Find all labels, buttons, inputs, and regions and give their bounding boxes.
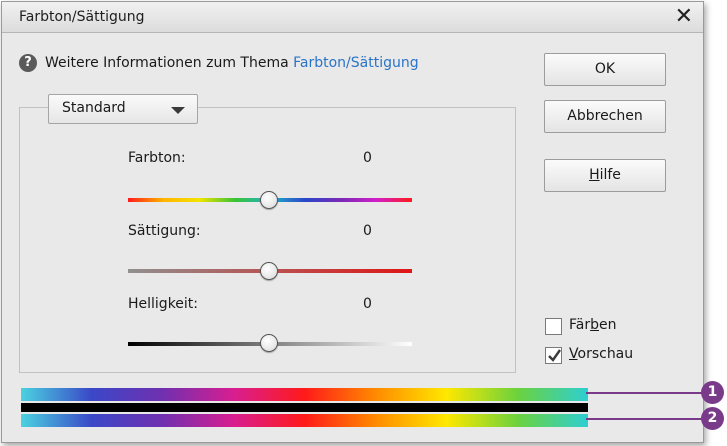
- colorize-checkbox-box[interactable]: [545, 318, 562, 335]
- colorize-post: en: [599, 317, 617, 333]
- preview-checkbox-box[interactable]: [545, 347, 562, 364]
- title-bar[interactable]: Farbton/Sättigung ✕: [2, 2, 703, 33]
- lightness-slider-thumb[interactable]: [260, 334, 278, 352]
- colorize-label: Färben: [569, 317, 617, 333]
- colorize-mnemonic: b: [590, 317, 599, 333]
- help-text: Weitere Informationen zum Thema Farbton/…: [45, 54, 419, 72]
- saturation-value[interactable]: 0: [363, 223, 372, 239]
- saturation-label: Sättigung:: [128, 223, 201, 239]
- input-color-bar: [21, 388, 588, 401]
- callout-2: 2: [701, 407, 724, 430]
- preset-dropdown[interactable]: Standard: [48, 94, 198, 124]
- question-icon: ?: [19, 54, 37, 72]
- help-button[interactable]: Hilfe: [544, 159, 666, 192]
- output-color-bar: [21, 414, 588, 427]
- callout-1: 1: [701, 381, 724, 404]
- saturation-slider-thumb[interactable]: [260, 262, 278, 280]
- preview-mnemonic: V: [569, 346, 578, 362]
- window-title: Farbton/Sättigung: [19, 9, 145, 25]
- cancel-button[interactable]: Abbrechen: [544, 100, 666, 133]
- help-button-mnemonic: H: [589, 167, 600, 183]
- callout-line-2: [586, 418, 704, 420]
- help-prefix: Weitere Informationen zum Thema: [45, 55, 294, 71]
- preset-selected: Standard: [62, 100, 126, 116]
- checkmark-icon: [548, 349, 561, 362]
- help-button-post: ilfe: [599, 167, 621, 183]
- preview-label: Vorschau: [569, 346, 633, 362]
- lightness-value[interactable]: 0: [363, 296, 372, 312]
- hue-saturation-dialog: Farbton/Sättigung ✕ ? Weitere Informatio…: [1, 1, 704, 443]
- color-bar-divider: [21, 403, 588, 412]
- hue-label: Farbton:: [128, 150, 186, 166]
- callout-line-1: [586, 392, 704, 394]
- close-icon[interactable]: ✕: [675, 4, 693, 30]
- hue-slider-thumb[interactable]: [260, 191, 278, 209]
- preview-post: orschau: [577, 346, 634, 362]
- help-link[interactable]: Farbton/Sättigung: [293, 55, 419, 71]
- hue-value[interactable]: 0: [363, 150, 372, 166]
- lightness-label: Helligkeit:: [128, 296, 199, 312]
- colorize-pre: Fär: [569, 317, 591, 333]
- ok-button[interactable]: OK: [544, 53, 666, 86]
- chevron-down-icon: [171, 107, 185, 114]
